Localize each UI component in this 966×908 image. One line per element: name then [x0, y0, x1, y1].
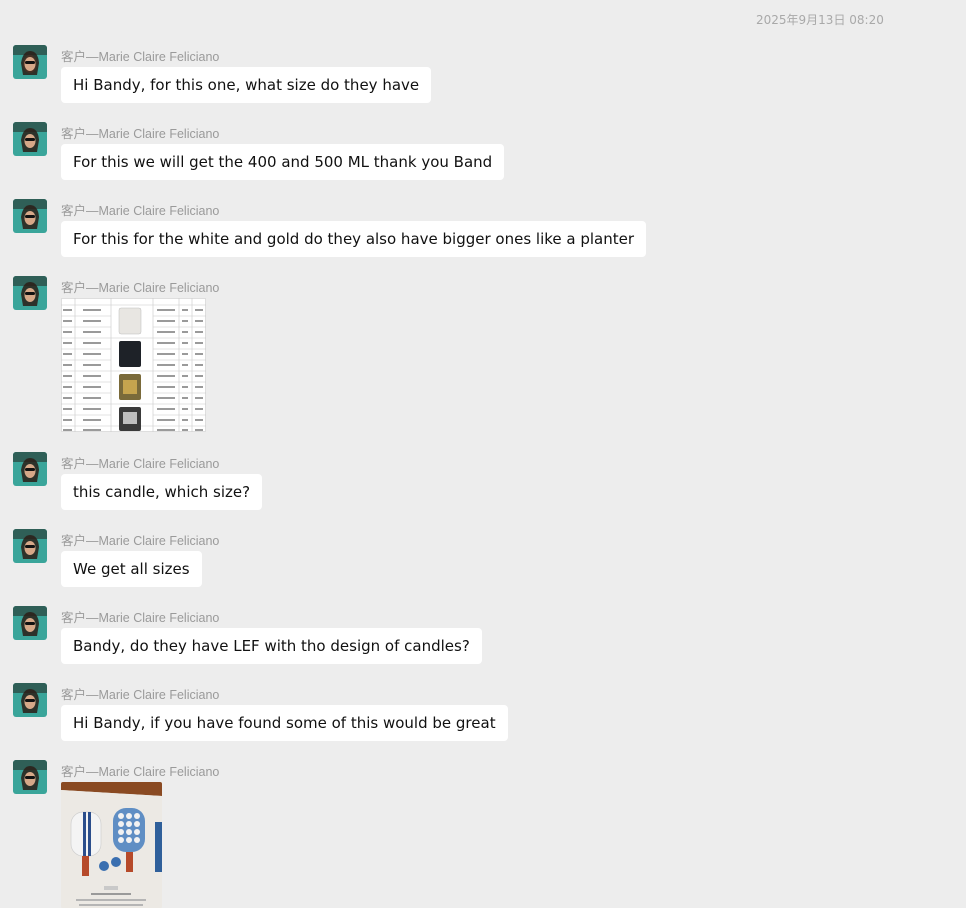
sender-avatar[interactable] — [13, 452, 47, 486]
message-bubble[interactable]: Bandy, do they have LEF with tho design … — [61, 628, 482, 664]
sender-avatar[interactable] — [13, 683, 47, 717]
sender-name: 客户—Marie Claire Feliciano — [61, 204, 220, 218]
sender-name: 客户—Marie Claire Feliciano — [61, 611, 220, 625]
message-bubble[interactable]: Hi Bandy, if you have found some of this… — [61, 705, 508, 741]
candle-product-table-image[interactable] — [61, 298, 206, 432]
sender-name: 客户—Marie Claire Feliciano — [61, 534, 220, 548]
sender-name: 客户—Marie Claire Feliciano — [61, 50, 220, 64]
message-bubble[interactable]: For this we will get the 400 and 500 ML … — [61, 144, 505, 180]
sender-avatar[interactable] — [13, 529, 47, 563]
sender-name: 客户—Marie Claire Feliciano — [61, 127, 220, 141]
sender-name: 客户—Marie Claire Feliciano — [61, 688, 220, 702]
sender-avatar[interactable] — [13, 606, 47, 640]
message-bubble[interactable]: For this for the white and gold do they … — [61, 221, 647, 257]
sender-avatar[interactable] — [13, 122, 47, 156]
sender-avatar[interactable] — [13, 760, 47, 794]
sender-avatar[interactable] — [13, 199, 47, 233]
sender-name: 客户—Marie Claire Feliciano — [61, 281, 220, 295]
pickleball-paddle-photo[interactable] — [61, 782, 162, 908]
chat-timestamp: 2025年9月13日 08:20 — [756, 13, 884, 27]
message-bubble[interactable]: We get all sizes — [61, 551, 202, 587]
sender-avatar[interactable] — [13, 276, 47, 310]
message-bubble[interactable]: this candle, which size? — [61, 474, 263, 510]
sender-name: 客户—Marie Claire Feliciano — [61, 765, 220, 779]
sender-name: 客户—Marie Claire Feliciano — [61, 457, 220, 471]
sender-avatar[interactable] — [13, 45, 47, 79]
message-bubble[interactable]: Hi Bandy, for this one, what size do the… — [61, 67, 432, 103]
